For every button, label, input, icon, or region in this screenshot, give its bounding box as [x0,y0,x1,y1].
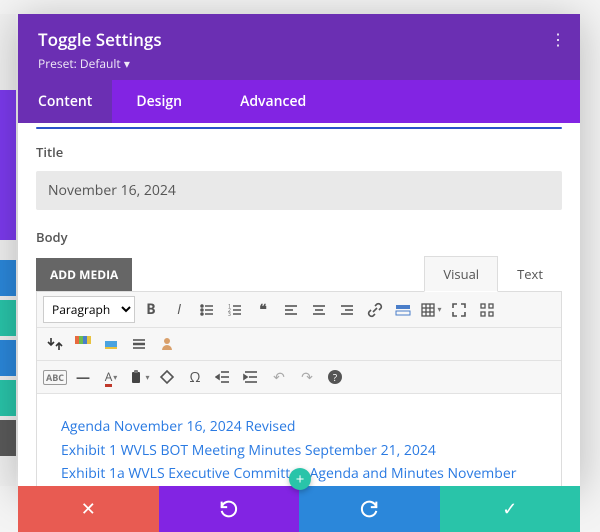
more-block-icon[interactable] [391,298,415,322]
visual-tab[interactable]: Visual [424,256,498,292]
paste-icon[interactable] [127,365,151,389]
align-center-icon[interactable] [307,298,331,322]
background-stripe [0,380,16,416]
toolbar-row-1: Paragraph B I 123 ❝ [37,292,561,328]
document-link[interactable]: Agenda November 16, 2024 Revised [61,416,537,438]
toolbar-toggle-icon[interactable] [475,298,499,322]
table-icon[interactable] [419,298,443,322]
background-stripe [0,300,16,336]
title-label: Title [36,143,562,161]
save-button[interactable]: ✓ [440,486,581,532]
text-direction-icon[interactable] [43,332,67,356]
indent-icon[interactable] [239,365,263,389]
format-select[interactable]: Paragraph [43,296,135,323]
redo-button[interactable] [299,486,440,532]
preset-dropdown[interactable]: Preset: Default ▾ [38,55,560,72]
outdent-icon[interactable] [211,365,235,389]
strikethrough-icon[interactable]: ABC [43,365,67,389]
tab-design[interactable]: Design [116,80,202,123]
undo-button[interactable] [159,486,300,532]
link-icon[interactable] [363,298,387,322]
add-module-button[interactable]: + [289,468,311,490]
tab-content[interactable]: Content [18,80,112,123]
tab-advanced[interactable]: Advanced [220,80,326,123]
media-row: ADD MEDIA Visual Text [36,256,562,292]
help-icon[interactable]: ? [323,365,347,389]
background-stripe [0,260,16,296]
hr-insert-icon[interactable]: — [71,365,95,389]
bullet-list-icon[interactable] [195,298,219,322]
hr-icon[interactable] [127,332,151,356]
svg-text:?: ? [333,370,338,384]
background-stripe [0,90,16,240]
modal-body: Title Body ADD MEDIA Visual Text Paragra… [18,123,580,486]
background-stripe [0,420,16,456]
section-divider [36,127,562,129]
body-label: Body [36,228,562,246]
text-tab[interactable]: Text [498,256,562,292]
toolbar-row-3: ABC — A Ω ↶ ↷ ? [37,361,561,394]
header-actions: ⋮ [510,28,566,50]
italic-icon[interactable]: I [167,298,191,322]
modal-title: Toggle Settings [38,28,560,51]
text-color-icon[interactable]: A [99,365,123,389]
add-media-button[interactable]: ADD MEDIA [36,258,132,291]
editor-mode-tabs: Visual Text [424,256,562,292]
bold-icon[interactable]: B [139,298,163,322]
modal-footer: ✕ ✓ [18,486,580,532]
redo-icon[interactable]: ↷ [295,365,319,389]
user-icon[interactable] [155,332,179,356]
background-stripe [0,340,16,376]
cancel-button[interactable]: ✕ [18,486,159,532]
blockquote-icon[interactable]: ❝ [251,298,275,322]
title-input[interactable] [36,171,562,210]
color-palette-icon[interactable] [71,332,95,356]
highlight-icon[interactable] [99,332,123,356]
undo-icon[interactable]: ↶ [267,365,291,389]
modal-header: Toggle Settings Preset: Default ▾ ⋮ [18,14,580,80]
document-link[interactable]: Exhibit 1 WVLS BOT Meeting Minutes Septe… [61,440,537,462]
settings-modal: Toggle Settings Preset: Default ▾ ⋮ Cont… [18,14,580,486]
align-right-icon[interactable] [335,298,359,322]
special-char-icon[interactable]: Ω [183,365,207,389]
settings-tabs: Content Design Advanced [18,80,580,123]
fullscreen-icon[interactable] [447,298,471,322]
svg-text:3: 3 [228,312,231,318]
editor: Paragraph B I 123 ❝ [36,291,562,486]
toolbar-row-2 [37,328,561,361]
clear-format-icon[interactable] [155,365,179,389]
number-list-icon[interactable]: 123 [223,298,247,322]
align-left-icon[interactable] [279,298,303,322]
kebab-menu-icon[interactable]: ⋮ [550,28,566,50]
